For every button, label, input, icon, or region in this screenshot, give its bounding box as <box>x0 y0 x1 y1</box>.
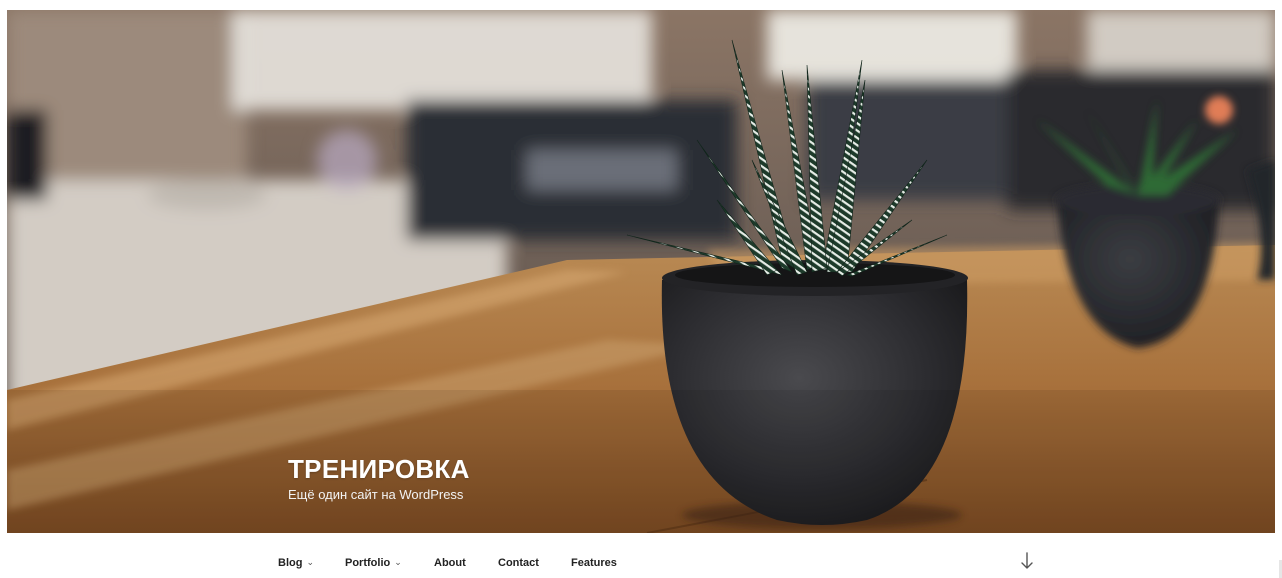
nav-item-blog[interactable]: Blog ⌄ <box>278 556 314 570</box>
nav-item-contact[interactable]: Contact <box>498 557 539 569</box>
nav-item-label: About <box>434 557 466 569</box>
site-description: Ещё один сайт на WordPress <box>288 487 464 502</box>
nav-item-label: Blog <box>278 557 303 569</box>
page: ТРЕНИРОВКА Ещё один сайт на WordPress Bl… <box>0 0 1282 578</box>
chevron-down-icon: ⌄ <box>306 556 314 567</box>
nav-item-portfolio[interactable]: Portfolio ⌄ <box>345 556 402 570</box>
nav-item-features[interactable]: Features <box>571 557 617 569</box>
scroll-down-button[interactable] <box>1018 550 1036 572</box>
arrow-down-icon <box>1021 552 1033 569</box>
nav-item-label: Contact <box>498 557 539 569</box>
nav-item-about[interactable]: About <box>434 557 466 569</box>
nav-item-label: Features <box>571 557 617 569</box>
plant-photo <box>7 10 1275 533</box>
site-branding: ТРЕНИРОВКА Ещё один сайт на WordPress <box>288 453 470 503</box>
site-title[interactable]: ТРЕНИРОВКА <box>288 453 470 485</box>
chevron-down-icon: ⌄ <box>394 556 402 567</box>
header-image: ТРЕНИРОВКА Ещё один сайт на WordPress <box>7 10 1275 533</box>
main-navigation: Blog ⌄ Portfolio ⌄ About Contact Feature… <box>0 533 1282 578</box>
nav-item-label: Portfolio <box>345 557 391 569</box>
